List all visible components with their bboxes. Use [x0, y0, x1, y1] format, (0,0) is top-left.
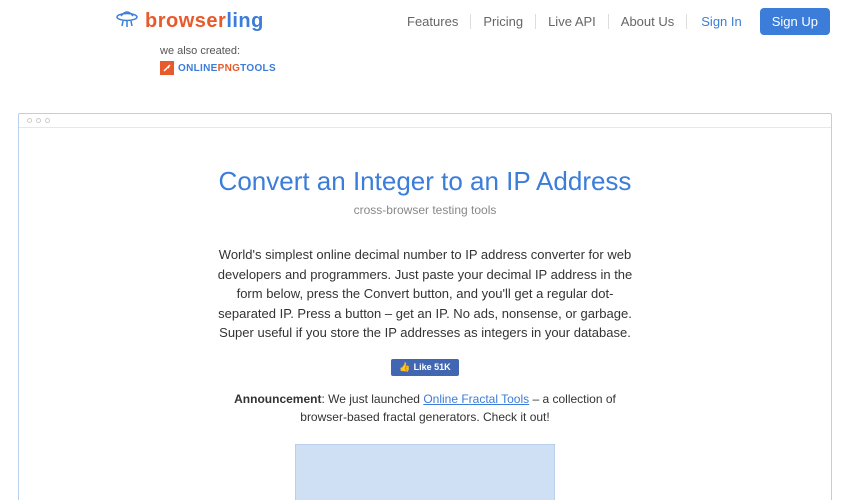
also-created-label: we also created:	[160, 45, 850, 57]
logo-text: browserling	[145, 10, 264, 33]
nav-features[interactable]: Features	[395, 14, 471, 29]
ufo-icon	[115, 9, 139, 34]
announcement-label: Announcement	[234, 392, 321, 406]
sign-up-button[interactable]: Sign Up	[760, 8, 830, 35]
thumb-icon: 👍	[399, 362, 410, 372]
fb-like-button[interactable]: 👍Like 51K	[391, 359, 458, 376]
page-subtitle: cross-browser testing tools	[79, 203, 771, 217]
ip-input-area[interactable]	[295, 444, 555, 500]
nav-about-us[interactable]: About Us	[609, 14, 687, 29]
sign-in-link[interactable]: Sign In	[687, 14, 755, 29]
announcement: Announcement: We just launched Online Fr…	[215, 390, 635, 426]
nav-live-api[interactable]: Live API	[536, 14, 609, 29]
page-title: Convert an Integer to an IP Address	[79, 166, 771, 197]
window-dot	[36, 118, 41, 123]
nav-pricing[interactable]: Pricing	[471, 14, 536, 29]
titlebar	[19, 114, 831, 128]
fractal-tools-link[interactable]: Online Fractal Tools	[423, 392, 529, 406]
tool-name: ONLINEPNGTOOLS	[178, 63, 276, 74]
wrench-icon	[160, 61, 174, 75]
logo[interactable]: browserling	[115, 9, 264, 34]
description: World's simplest online decimal number t…	[215, 245, 635, 343]
browser-frame: Convert an Integer to an IP Address cros…	[18, 113, 832, 500]
online-png-tools-link[interactable]: ONLINEPNGTOOLS	[160, 61, 850, 75]
window-dot	[27, 118, 32, 123]
window-dot	[45, 118, 50, 123]
